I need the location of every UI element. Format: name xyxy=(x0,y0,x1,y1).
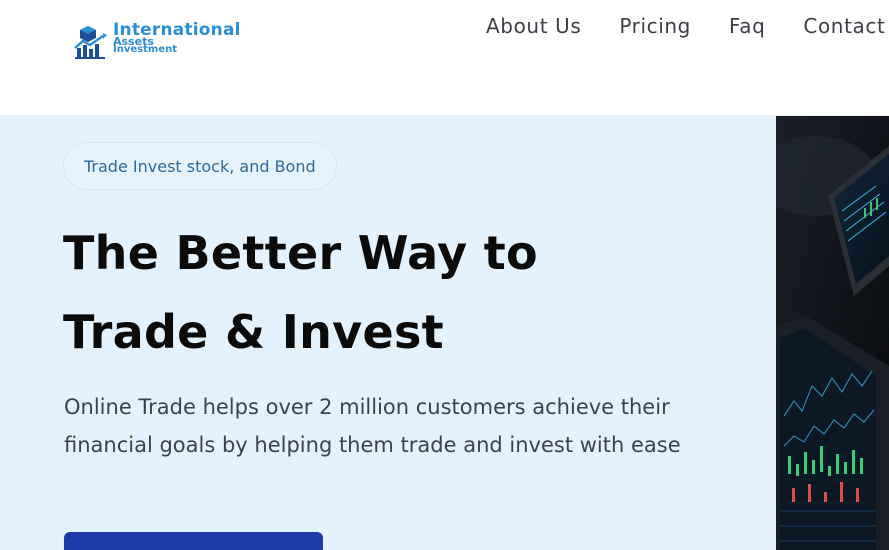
tagline-text: Trade Invest stock, and Bond xyxy=(84,156,316,176)
nav-pricing[interactable]: Pricing xyxy=(619,14,691,38)
headline-line-1: The Better Way to xyxy=(63,226,538,280)
hero-headline: The Better Way to Trade & Invest xyxy=(63,214,538,372)
main-nav: About Us Pricing Faq Contact xyxy=(486,14,889,38)
nav-about-us[interactable]: About Us xyxy=(486,14,581,38)
nav-faq[interactable]: Faq xyxy=(729,14,765,38)
trading-laptop-photo xyxy=(776,116,889,550)
chart-building-icon xyxy=(73,24,109,60)
hero-description: Online Trade helps over 2 million custom… xyxy=(64,395,681,457)
hero-section: Trade Invest stock, and Bond The Better … xyxy=(0,116,776,550)
headline-line-2: Trade & Invest xyxy=(63,305,444,359)
nav-contact[interactable]: Contact xyxy=(803,14,885,38)
tagline-badge: Trade Invest stock, and Bond xyxy=(63,142,337,190)
brand-logo[interactable]: International Assets Investment xyxy=(73,22,241,60)
brand-wordmark: International Assets Investment xyxy=(113,22,241,55)
brand-line-3: Investment xyxy=(113,44,177,55)
site-header: International Assets Investment About Us… xyxy=(0,0,889,116)
get-started-button[interactable] xyxy=(64,532,323,550)
